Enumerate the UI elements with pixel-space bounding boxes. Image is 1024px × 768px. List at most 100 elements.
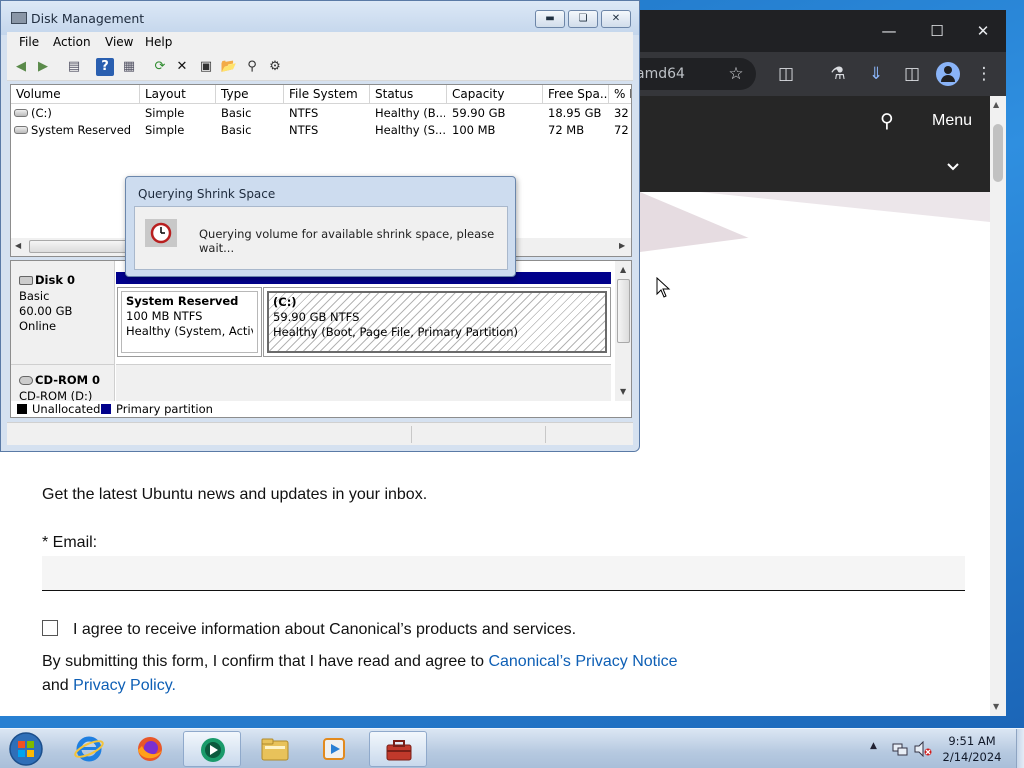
console-tree-icon[interactable]: ▤	[65, 58, 83, 76]
privacy-policy-link[interactable]: Privacy Policy	[73, 677, 171, 694]
partition-size: 100 MB NTFS	[126, 309, 203, 323]
dialog-message: Querying volume for available shrink spa…	[199, 227, 495, 255]
scrollbar-thumb[interactable]	[617, 279, 630, 343]
agree-checkbox[interactable]	[42, 620, 58, 636]
taskbar-media-player[interactable]	[306, 731, 364, 767]
taskbar-disk-management[interactable]	[369, 731, 427, 767]
bookmark-star-icon[interactable]: ☆	[724, 62, 748, 86]
menu-file[interactable]: File	[19, 35, 39, 49]
unallocated-swatch	[17, 404, 27, 414]
privacy-notice-link[interactable]: Canonical’s Privacy Notice	[488, 653, 677, 670]
show-desktop-button[interactable]	[1016, 729, 1024, 768]
help-icon[interactable]: ?	[96, 58, 114, 76]
scroll-down-icon[interactable]: ▼	[620, 387, 626, 396]
network-icon[interactable]	[892, 741, 908, 757]
scroll-up-icon[interactable]: ▲	[993, 100, 999, 109]
cell-capacity: 100 MB	[452, 123, 496, 137]
col-status[interactable]: Status	[370, 85, 447, 104]
properties-sheet-icon[interactable]: ▣	[197, 58, 215, 76]
scroll-right-icon[interactable]: ▶	[619, 241, 625, 250]
restore-button[interactable]: ❏	[568, 10, 598, 28]
cd-rom-icon	[19, 376, 33, 385]
delete-icon[interactable]: ✕	[173, 58, 191, 76]
cdrom-label[interactable]: CD-ROM 0 CD-ROM (D:)	[11, 364, 115, 404]
disk0-name: Disk 0	[35, 273, 75, 287]
cell-status: Healthy (B...	[375, 106, 445, 120]
disk0-type: Basic	[19, 289, 50, 303]
partition-system-reserved[interactable]: System Reserved 100 MB NTFS Healthy (Sys…	[117, 287, 262, 357]
menu-button[interactable]: Menu	[932, 112, 972, 130]
close-button[interactable]: ✕	[601, 10, 631, 28]
video-player-icon	[323, 738, 345, 760]
scrollbar-thumb[interactable]	[993, 124, 1003, 182]
more-menu-icon[interactable]: ⋮	[972, 62, 996, 86]
close-icon[interactable]: ✕	[970, 18, 996, 44]
taskbar-firefox[interactable]	[121, 731, 179, 767]
cell-free-space: 72 MB	[548, 123, 585, 137]
partition-c[interactable]: (C:) 59.90 GB NTFS Healthy (Boot, Page F…	[263, 287, 611, 357]
primary-partition-swatch	[101, 404, 111, 414]
window-title: Disk Management	[31, 11, 145, 26]
menu-view[interactable]: View	[105, 35, 133, 49]
scroll-down-icon[interactable]: ▼	[993, 702, 999, 711]
scroll-up-icon[interactable]: ▲	[620, 265, 626, 274]
minimize-button[interactable]: ▬	[535, 10, 565, 28]
menu-bar: File Action View Help	[7, 32, 633, 54]
clock-icon	[145, 219, 177, 247]
table-row[interactable]: System Reserved Simple Basic NTFS Health…	[11, 122, 631, 139]
table-row[interactable]: (C:) Simple Basic NTFS Healthy (B... 59.…	[11, 105, 631, 122]
taskbar-file-explorer[interactable]	[246, 731, 304, 767]
start-button-windows-icon[interactable]	[6, 731, 46, 767]
forward-arrow-icon[interactable]: ▶	[34, 58, 52, 76]
browser-scrollbar[interactable]: ▲ ▼	[990, 96, 1006, 716]
settings-icon[interactable]: ⚙	[266, 58, 284, 76]
status-bar	[7, 422, 633, 445]
period-text: .	[171, 677, 176, 694]
legend-primary-partition: Primary partition	[116, 402, 213, 416]
col-free-space[interactable]: Free Spa...	[543, 85, 609, 104]
col-filesystem[interactable]: File System	[284, 85, 370, 104]
open-folder-icon[interactable]: 📂	[220, 58, 238, 76]
taskbar-media-app[interactable]	[183, 731, 241, 767]
submit-disclaimer-line2: and Privacy Policy.	[42, 677, 176, 695]
minimize-icon[interactable]: —	[876, 18, 902, 44]
cell-type: Basic	[221, 106, 252, 120]
download-icon[interactable]: ⇓	[864, 62, 888, 86]
internet-explorer-icon	[74, 736, 104, 762]
clock-date: 2/14/2024	[942, 750, 1002, 764]
col-capacity[interactable]: Capacity	[447, 85, 543, 104]
system-clock[interactable]: 9:51 AM 2/14/2024	[930, 733, 1014, 765]
extensions-icon[interactable]: ◫	[774, 62, 798, 86]
col-type[interactable]: Type	[216, 85, 284, 104]
vertical-scrollbar[interactable]: ▲ ▼	[615, 261, 631, 401]
taskbar-internet-explorer[interactable]	[60, 731, 118, 767]
scroll-left-icon[interactable]: ◀	[15, 241, 21, 250]
col-percent-free[interactable]: % F	[609, 85, 631, 104]
partition-name: System Reserved	[126, 294, 239, 308]
search-icon[interactable]: ⚲	[880, 110, 894, 132]
dialog-title: Querying Shrink Space	[138, 187, 276, 201]
show-hidden-icons-icon[interactable]: ▲	[870, 741, 877, 751]
disk0-size: 60.00 GB	[19, 304, 73, 318]
disk0-label[interactable]: Disk 0 Basic 60.00 GB Online	[11, 261, 115, 364]
toolbox-icon	[386, 740, 412, 761]
col-layout[interactable]: Layout	[140, 85, 216, 104]
labs-flask-icon[interactable]: ⚗	[826, 62, 850, 86]
querying-shrink-space-dialog: Querying Shrink Space Querying volume fo…	[125, 176, 516, 277]
col-volume[interactable]: Volume	[11, 85, 140, 104]
email-field[interactable]	[42, 556, 965, 591]
menu-help[interactable]: Help	[145, 35, 172, 49]
partition-status: Healthy (System, Active,	[126, 324, 253, 338]
email-label: * Email:	[42, 534, 98, 551]
dialog-body: Querying volume for available shrink spa…	[134, 206, 508, 270]
disk-management-titlebar[interactable]: Disk Management ▬ ❏ ✕	[1, 1, 639, 35]
side-panel-icon[interactable]: ◫	[900, 62, 924, 86]
maximize-icon[interactable]: ☐	[924, 18, 950, 44]
chevron-down-icon[interactable]	[946, 160, 960, 174]
profile-avatar-icon[interactable]	[936, 62, 960, 86]
properties-icon[interactable]: ▦	[120, 58, 138, 76]
back-arrow-icon[interactable]: ◀	[12, 58, 30, 76]
menu-action[interactable]: Action	[53, 35, 91, 49]
search-icon[interactable]: ⚲	[243, 58, 261, 76]
refresh-icon[interactable]: ⟳	[151, 58, 169, 76]
